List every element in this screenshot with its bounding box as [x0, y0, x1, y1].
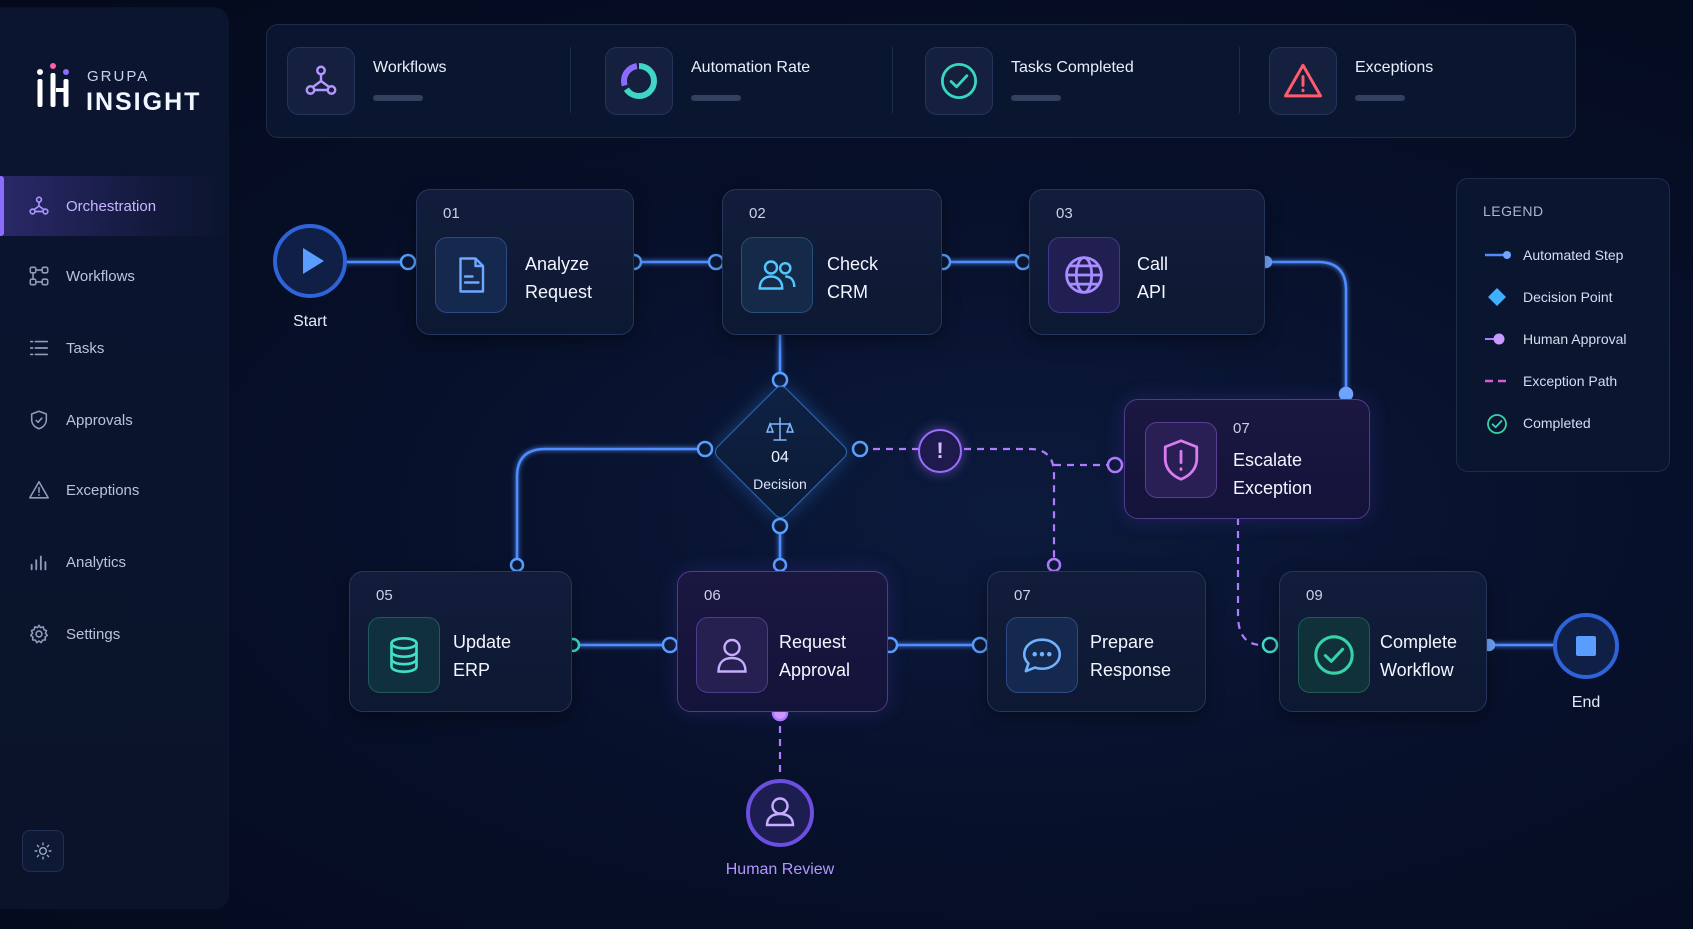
step-title: Complete Workflow: [1380, 628, 1457, 684]
decision-number: 04: [771, 449, 789, 466]
step-title: Request Approval: [779, 628, 850, 684]
step-card-prepare-response[interactable]: 07 Prepare Response: [987, 571, 1206, 712]
step-icon-box: [368, 617, 440, 693]
step-number: 05: [376, 587, 393, 604]
step-card-analyze-request[interactable]: 01 Analyze Request: [416, 189, 634, 335]
step-icon-box: [435, 237, 507, 313]
step-number: 02: [749, 205, 766, 222]
end-node[interactable]: [1552, 612, 1620, 680]
start-label: Start: [293, 313, 327, 330]
step-number: 07: [1014, 587, 1031, 604]
step-title-line1: Analyze: [525, 254, 590, 274]
step-title: Update ERP: [453, 628, 511, 684]
step-icon-box: [696, 617, 768, 693]
step-number: 06: [704, 587, 721, 604]
step-icon-box: [1006, 617, 1078, 693]
step-title-line2: CRM: [827, 282, 868, 302]
document-icon: [459, 257, 485, 293]
step-card-complete-workflow[interactable]: 09 Complete Workflow: [1279, 571, 1487, 712]
flow-connectors: [346, 253, 1556, 775]
step-title-line2: Request: [525, 282, 593, 302]
step-title: Escalate Exception: [1233, 446, 1312, 502]
step-title-line1: Complete: [1380, 632, 1458, 652]
step-number: 07: [1233, 420, 1250, 437]
step-card-request-approval[interactable]: 06 Request Approval: [677, 571, 888, 712]
step-number: 09: [1306, 587, 1323, 604]
exclamation-icon: !: [936, 438, 944, 463]
exception-marker[interactable]: !: [918, 429, 962, 473]
step-card-update-erp[interactable]: 05 Update ERP: [349, 571, 572, 712]
user-icon: [717, 638, 747, 673]
start-node[interactable]: [272, 223, 348, 299]
step-title: Check CRM: [827, 250, 878, 306]
step-title-line1: Check: [827, 254, 879, 274]
step-title-line1: Request: [779, 632, 847, 652]
user-icon: [746, 779, 814, 847]
step-title-line2: Approval: [779, 660, 851, 680]
shield-alert-icon: [1163, 439, 1199, 481]
step-title-line1: Call: [1137, 254, 1169, 274]
stop-icon: [1553, 613, 1619, 679]
step-title-line2: ERP: [453, 660, 491, 680]
step-title-line2: Exception: [1233, 478, 1313, 498]
step-title: Prepare Response: [1090, 628, 1171, 684]
step-title-line2: API: [1137, 282, 1167, 302]
step-title-line2: Response: [1090, 660, 1172, 680]
step-title-line2: Workflow: [1380, 660, 1454, 680]
decision-label: Decision: [753, 476, 807, 492]
step-icon-box: [1298, 617, 1370, 693]
step-title-line1: Escalate: [1233, 450, 1303, 470]
end-label: End: [1571, 694, 1601, 711]
step-card-call-api[interactable]: 03 Call API: [1029, 189, 1265, 335]
play-icon: [273, 224, 347, 298]
database-icon: [390, 637, 418, 674]
step-number: 03: [1056, 205, 1073, 222]
step-title-line1: Update: [453, 632, 512, 652]
human-review-label: Human Review: [725, 861, 835, 878]
step-icon-box: [741, 237, 813, 313]
human-review-node[interactable]: [745, 778, 815, 848]
step-card-escalate-exception[interactable]: 07 Escalate Exception: [1124, 399, 1370, 519]
step-icon-box: [1048, 237, 1120, 313]
globe-icon: [1065, 256, 1103, 294]
step-number: 01: [443, 205, 460, 222]
step-title-line1: Prepare: [1090, 632, 1155, 652]
step-card-check-crm[interactable]: 02 Check CRM: [722, 189, 942, 335]
step-title: Analyze Request: [525, 250, 592, 306]
step-title: Call API: [1137, 250, 1168, 306]
users-icon: [758, 260, 796, 290]
scales-icon: [766, 417, 794, 441]
check-circle-icon: [1314, 635, 1354, 675]
step-icon-box: [1145, 422, 1217, 498]
chat-icon: [1022, 638, 1062, 673]
